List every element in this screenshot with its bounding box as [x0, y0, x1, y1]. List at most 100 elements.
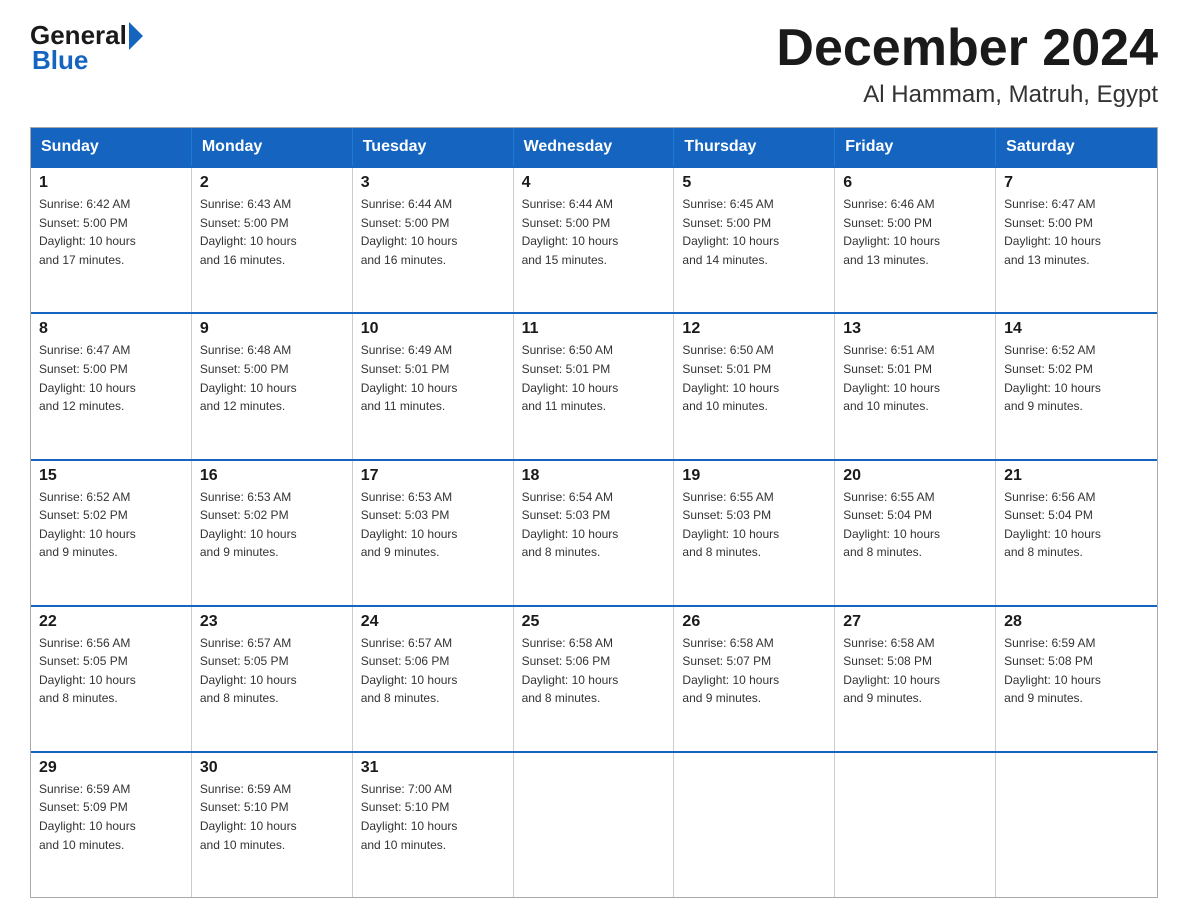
- day-cell-3: 3 Sunrise: 6:44 AM Sunset: 5:00 PM Daylig…: [353, 168, 514, 312]
- header-day-tuesday: Tuesday: [353, 128, 514, 166]
- day-number: 30: [200, 759, 344, 777]
- day-cell-21: 21Sunrise: 6:56 AM Sunset: 5:04 PM Dayli…: [996, 461, 1157, 605]
- day-cell-17: 17 Sunrise: 6:53 AM Sunset: 5:03 PM Dayli…: [353, 461, 514, 605]
- day-info: Sunrise: 6:58 AM Sunset: 5:08 PM Dayligh…: [843, 634, 987, 708]
- day-cell-27: 27 Sunrise: 6:58 AM Sunset: 5:08 PM Dayli…: [835, 607, 996, 751]
- day-info: Sunrise: 6:57 AM Sunset: 5:06 PM Dayligh…: [361, 634, 505, 708]
- day-cell-24: 24 Sunrise: 6:57 AM Sunset: 5:06 PM Dayli…: [353, 607, 514, 751]
- day-info: Sunrise: 6:47 AM Sunset: 5:00 PM Dayligh…: [1004, 195, 1149, 269]
- month-title: December 2024: [776, 20, 1158, 77]
- day-info: Sunrise: 6:45 AM Sunset: 5:00 PM Dayligh…: [682, 195, 826, 269]
- day-info: Sunrise: 6:48 AM Sunset: 5:00 PM Dayligh…: [200, 341, 344, 415]
- header-day-sunday: Sunday: [31, 128, 192, 166]
- header-day-wednesday: Wednesday: [514, 128, 675, 166]
- day-info: Sunrise: 6:50 AM Sunset: 5:01 PM Dayligh…: [682, 341, 826, 415]
- header-day-friday: Friday: [835, 128, 996, 166]
- day-info: Sunrise: 6:53 AM Sunset: 5:02 PM Dayligh…: [200, 488, 344, 562]
- day-cell-2: 2 Sunrise: 6:43 AM Sunset: 5:00 PM Daylig…: [192, 168, 353, 312]
- day-cell-11: 11Sunrise: 6:50 AM Sunset: 5:01 PM Dayli…: [514, 314, 675, 458]
- day-number: 18: [522, 467, 666, 485]
- week-row-3: 15 Sunrise: 6:52 AM Sunset: 5:02 PM Dayli…: [31, 459, 1157, 605]
- day-cell-1: 1 Sunrise: 6:42 AM Sunset: 5:00 PM Daylig…: [31, 168, 192, 312]
- day-info: Sunrise: 6:56 AM Sunset: 5:04 PM Dayligh…: [1004, 488, 1149, 562]
- day-info: Sunrise: 6:46 AM Sunset: 5:00 PM Dayligh…: [843, 195, 987, 269]
- day-info: Sunrise: 6:50 AM Sunset: 5:01 PM Dayligh…: [522, 341, 666, 415]
- day-info: Sunrise: 6:44 AM Sunset: 5:00 PM Dayligh…: [361, 195, 505, 269]
- day-info: Sunrise: 6:52 AM Sunset: 5:02 PM Dayligh…: [39, 488, 183, 562]
- day-cell-empty: [996, 753, 1157, 897]
- day-cell-6: 6 Sunrise: 6:46 AM Sunset: 5:00 PM Daylig…: [835, 168, 996, 312]
- day-info: Sunrise: 6:55 AM Sunset: 5:03 PM Dayligh…: [682, 488, 826, 562]
- day-cell-26: 26 Sunrise: 6:58 AM Sunset: 5:07 PM Dayli…: [674, 607, 835, 751]
- day-number: 8: [39, 320, 183, 338]
- week-row-1: 1 Sunrise: 6:42 AM Sunset: 5:00 PM Daylig…: [31, 166, 1157, 312]
- page: General Blue December 2024 Al Hammam, Ma…: [0, 0, 1188, 918]
- day-info: Sunrise: 6:43 AM Sunset: 5:00 PM Dayligh…: [200, 195, 344, 269]
- header-day-monday: Monday: [192, 128, 353, 166]
- day-cell-12: 12 Sunrise: 6:50 AM Sunset: 5:01 PM Dayli…: [674, 314, 835, 458]
- day-number: 10: [361, 320, 505, 338]
- day-cell-8: 8 Sunrise: 6:47 AM Sunset: 5:00 PM Daylig…: [31, 314, 192, 458]
- day-number: 4: [522, 174, 666, 192]
- day-cell-14: 14Sunrise: 6:52 AM Sunset: 5:02 PM Dayli…: [996, 314, 1157, 458]
- logo-arrow-icon: [129, 22, 143, 50]
- day-info: Sunrise: 6:59 AM Sunset: 5:09 PM Dayligh…: [39, 780, 183, 854]
- day-number: 3: [361, 174, 505, 192]
- day-cell-13: 13 Sunrise: 6:51 AM Sunset: 5:01 PM Dayli…: [835, 314, 996, 458]
- header-day-thursday: Thursday: [674, 128, 835, 166]
- week-row-2: 8 Sunrise: 6:47 AM Sunset: 5:00 PM Daylig…: [31, 312, 1157, 458]
- day-info: Sunrise: 6:59 AM Sunset: 5:08 PM Dayligh…: [1004, 634, 1149, 708]
- day-info: Sunrise: 6:56 AM Sunset: 5:05 PM Dayligh…: [39, 634, 183, 708]
- location-title: Al Hammam, Matruh, Egypt: [776, 81, 1158, 109]
- calendar: SundayMondayTuesdayWednesdayThursdayFrid…: [30, 127, 1158, 898]
- week-row-5: 29Sunrise: 6:59 AM Sunset: 5:09 PM Dayli…: [31, 751, 1157, 897]
- day-cell-22: 22Sunrise: 6:56 AM Sunset: 5:05 PM Dayli…: [31, 607, 192, 751]
- day-info: Sunrise: 6:42 AM Sunset: 5:00 PM Dayligh…: [39, 195, 183, 269]
- day-number: 15: [39, 467, 183, 485]
- day-number: 6: [843, 174, 987, 192]
- day-number: 16: [200, 467, 344, 485]
- logo: General Blue: [30, 20, 145, 76]
- day-number: 26: [682, 613, 826, 631]
- day-info: Sunrise: 6:55 AM Sunset: 5:04 PM Dayligh…: [843, 488, 987, 562]
- title-block: December 2024 Al Hammam, Matruh, Egypt: [776, 20, 1158, 109]
- day-number: 24: [361, 613, 505, 631]
- day-cell-18: 18 Sunrise: 6:54 AM Sunset: 5:03 PM Dayli…: [514, 461, 675, 605]
- day-number: 28: [1004, 613, 1149, 631]
- day-cell-31: 31Sunrise: 7:00 AM Sunset: 5:10 PM Dayli…: [353, 753, 514, 897]
- day-info: Sunrise: 6:47 AM Sunset: 5:00 PM Dayligh…: [39, 341, 183, 415]
- day-number: 5: [682, 174, 826, 192]
- day-number: 20: [843, 467, 987, 485]
- day-number: 25: [522, 613, 666, 631]
- day-number: 19: [682, 467, 826, 485]
- day-cell-19: 19 Sunrise: 6:55 AM Sunset: 5:03 PM Dayli…: [674, 461, 835, 605]
- day-info: Sunrise: 6:51 AM Sunset: 5:01 PM Dayligh…: [843, 341, 987, 415]
- day-info: Sunrise: 6:58 AM Sunset: 5:07 PM Dayligh…: [682, 634, 826, 708]
- day-cell-25: 25Sunrise: 6:58 AM Sunset: 5:06 PM Dayli…: [514, 607, 675, 751]
- day-cell-30: 30Sunrise: 6:59 AM Sunset: 5:10 PM Dayli…: [192, 753, 353, 897]
- calendar-body: 1 Sunrise: 6:42 AM Sunset: 5:00 PM Daylig…: [31, 166, 1157, 897]
- day-number: 13: [843, 320, 987, 338]
- day-cell-28: 28 Sunrise: 6:59 AM Sunset: 5:08 PM Dayli…: [996, 607, 1157, 751]
- day-number: 7: [1004, 174, 1149, 192]
- day-number: 17: [361, 467, 505, 485]
- day-number: 12: [682, 320, 826, 338]
- day-info: Sunrise: 6:53 AM Sunset: 5:03 PM Dayligh…: [361, 488, 505, 562]
- day-number: 27: [843, 613, 987, 631]
- day-info: Sunrise: 7:00 AM Sunset: 5:10 PM Dayligh…: [361, 780, 505, 854]
- day-cell-5: 5 Sunrise: 6:45 AM Sunset: 5:00 PM Daylig…: [674, 168, 835, 312]
- day-cell-empty: [514, 753, 675, 897]
- day-cell-23: 23Sunrise: 6:57 AM Sunset: 5:05 PM Dayli…: [192, 607, 353, 751]
- day-number: 2: [200, 174, 344, 192]
- day-cell-16: 16 Sunrise: 6:53 AM Sunset: 5:02 PM Dayli…: [192, 461, 353, 605]
- day-number: 1: [39, 174, 183, 192]
- day-number: 23: [200, 613, 344, 631]
- day-cell-20: 20 Sunrise: 6:55 AM Sunset: 5:04 PM Dayli…: [835, 461, 996, 605]
- day-cell-7: 7 Sunrise: 6:47 AM Sunset: 5:00 PM Daylig…: [996, 168, 1157, 312]
- day-cell-empty: [835, 753, 996, 897]
- day-cell-15: 15 Sunrise: 6:52 AM Sunset: 5:02 PM Dayli…: [31, 461, 192, 605]
- day-number: 14: [1004, 320, 1149, 338]
- header: General Blue December 2024 Al Hammam, Ma…: [30, 20, 1158, 109]
- day-cell-empty: [674, 753, 835, 897]
- day-info: Sunrise: 6:54 AM Sunset: 5:03 PM Dayligh…: [522, 488, 666, 562]
